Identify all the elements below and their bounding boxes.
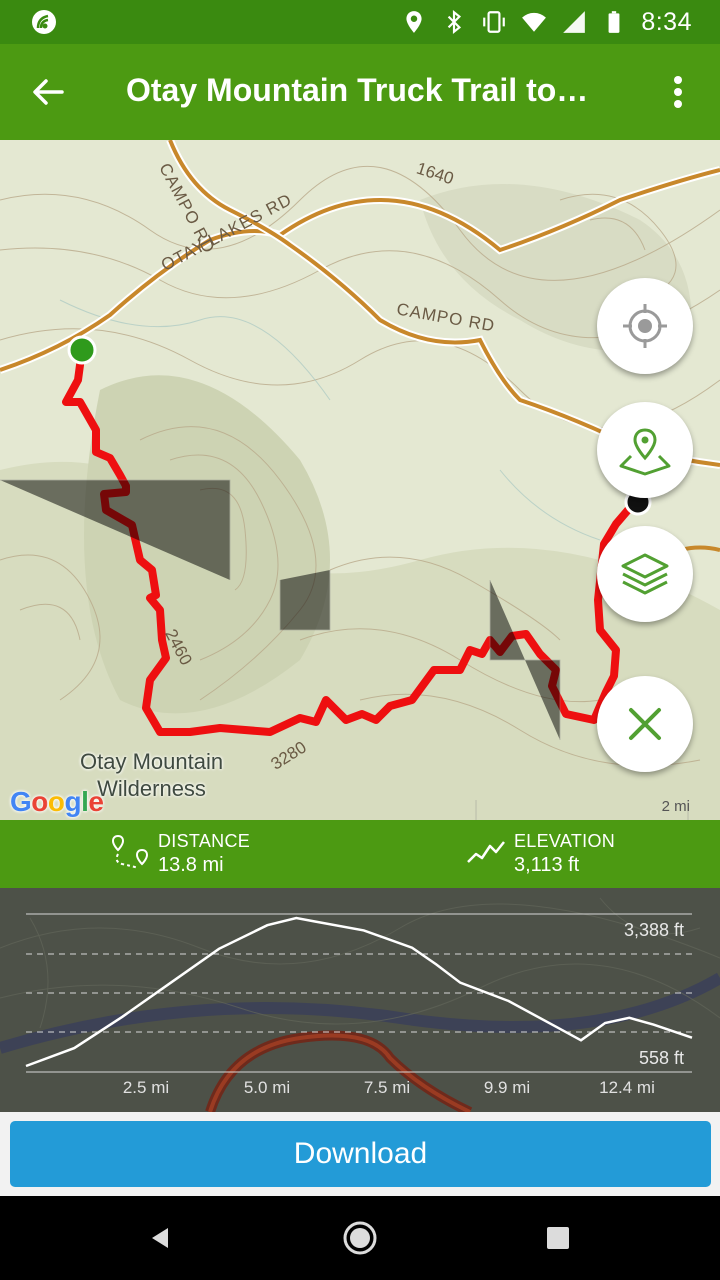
x-tick-label: 5.0 mi xyxy=(243,1078,291,1097)
distance-value: 13.8 mi xyxy=(158,854,224,876)
distance-stat: DISTANCE 13.8 mi xyxy=(108,830,250,878)
elevation-grid xyxy=(26,913,692,1073)
distance-label: DISTANCE xyxy=(158,831,251,851)
x-tick-label: 12.4 mi xyxy=(599,1078,655,1097)
layers-button[interactable] xyxy=(597,526,693,622)
elevation-value: 3,113 ft xyxy=(514,854,580,876)
download-bar: Download xyxy=(0,1112,720,1196)
battery-icon xyxy=(608,11,620,33)
system-nav-bar xyxy=(0,1196,720,1280)
wireless-sync-icon xyxy=(32,10,56,34)
distance-icon xyxy=(111,834,149,869)
trail-stats: DISTANCE 13.8 mi ELEVATION 3,113 ft xyxy=(0,820,720,888)
more-vert-icon[interactable] xyxy=(656,68,700,116)
area-label-line1: Otay Mountain xyxy=(80,749,224,774)
elevation-max-label: 3,388 ft xyxy=(623,920,684,940)
map-pin-icon xyxy=(619,428,671,476)
close-map-button[interactable] xyxy=(597,676,693,772)
app-bar: Otay Mountain Truck Trail to… xyxy=(0,44,720,140)
google-logo[interactable]: Google xyxy=(10,786,104,818)
elevation-profile[interactable]: 3,388 ft 558 ft 2.5 mi 5.0 mi 7.5 mi 9.9… xyxy=(0,888,720,1112)
x-tick-label: 9.9 mi xyxy=(483,1078,531,1097)
location-icon xyxy=(406,11,422,33)
nav-recents-icon xyxy=(547,1227,569,1249)
nav-back-button[interactable] xyxy=(136,1214,184,1262)
wifi-icon xyxy=(522,12,547,32)
nav-home-button[interactable] xyxy=(336,1214,384,1262)
elevation-min-label: 558 ft xyxy=(638,1048,684,1068)
layers-icon xyxy=(621,553,669,595)
nav-recents-button[interactable] xyxy=(534,1214,582,1262)
my-location-button[interactable] xyxy=(597,278,693,374)
vibrate-icon xyxy=(483,11,506,33)
elevation-line xyxy=(25,916,693,1068)
nav-home-icon xyxy=(343,1221,377,1255)
elevation-icon xyxy=(467,841,505,863)
download-button[interactable]: Download xyxy=(10,1121,711,1187)
trail-map[interactable]: CAMPO RD OTAY LAKES RD CAMPO RD 1640 246… xyxy=(0,140,720,820)
my-location-icon xyxy=(623,304,667,348)
status-bar: 8:34 xyxy=(0,0,720,44)
bluetooth-icon xyxy=(448,9,462,35)
x-tick-label: 2.5 mi xyxy=(122,1078,170,1097)
arrow-back-icon[interactable] xyxy=(24,68,72,116)
page-title: Otay Mountain Truck Trail to… xyxy=(126,72,589,108)
map-pin-button[interactable] xyxy=(597,402,693,498)
nav-back-icon xyxy=(152,1228,168,1248)
x-tick-label: 7.5 mi xyxy=(363,1078,411,1097)
cell-signal-icon xyxy=(563,11,586,33)
status-time: 8:34 xyxy=(641,7,692,36)
elevation-label: ELEVATION xyxy=(514,831,616,851)
close-icon xyxy=(629,708,661,740)
map-scale: 2 mi xyxy=(661,798,690,815)
elevation-stat: ELEVATION 3,113 ft xyxy=(464,830,615,878)
